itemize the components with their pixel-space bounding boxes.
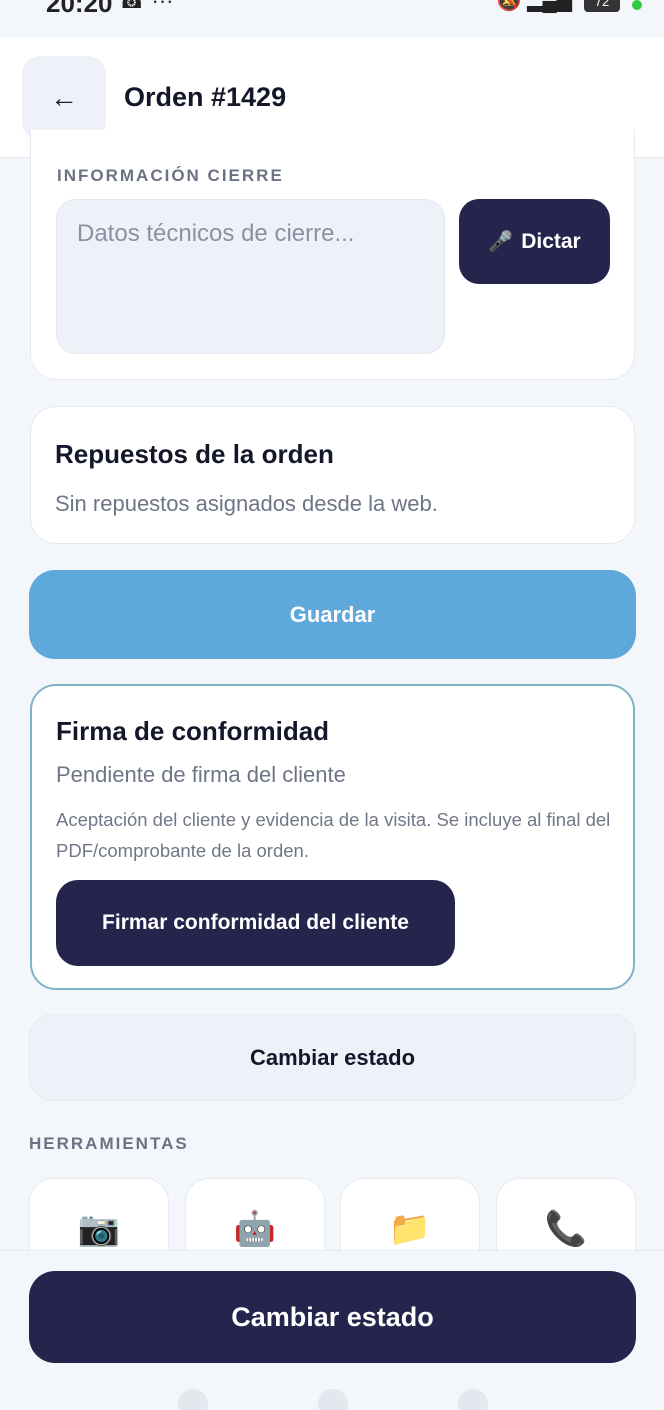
tool-folder[interactable]: 📁 bbox=[340, 1178, 480, 1250]
closing-info-label: INFORMACIÓN CIERRE bbox=[57, 166, 284, 185]
page-title: Orden #1429 bbox=[124, 82, 287, 112]
signature-title: Firma de conformidad bbox=[56, 716, 330, 746]
microphone-icon: 🎤 bbox=[488, 231, 514, 253]
change-state-secondary-button[interactable]: Cambiar estado bbox=[29, 1014, 636, 1101]
status-dot bbox=[632, 0, 642, 10]
back-arrow-icon: ← bbox=[50, 82, 78, 113]
signature-card: Firma de conformidad Pendiente de firma … bbox=[30, 684, 635, 990]
nav-home-hint[interactable] bbox=[318, 1389, 348, 1410]
dictate-label: Dictar bbox=[521, 229, 581, 253]
battery-icon: 72 bbox=[584, 0, 620, 12]
parts-subtitle: Sin repuestos asignados desde la web. bbox=[55, 491, 438, 516]
closing-info-textarea[interactable]: Datos técnicos de cierre... bbox=[56, 199, 445, 354]
tool-robot[interactable]: 🤖 bbox=[185, 1178, 325, 1250]
tools-row: 📷 🤖 📁 📞 bbox=[29, 1178, 636, 1250]
nav-back-hint[interactable] bbox=[178, 1389, 208, 1410]
nav-recent-hint[interactable] bbox=[458, 1389, 488, 1410]
closing-info-card: INFORMACIÓN CIERRE Datos técnicos de cie… bbox=[30, 130, 635, 380]
camera-icon: 📷 bbox=[77, 1210, 121, 1248]
closing-info-placeholder: Datos técnicos de cierre... bbox=[77, 220, 355, 247]
bottom-action-bar: Cambiar estado bbox=[0, 1250, 664, 1410]
parts-title: Repuestos de la orden bbox=[55, 439, 334, 469]
sign-conformity-button[interactable]: Firmar conformidad del cliente bbox=[56, 880, 455, 966]
tool-phone[interactable]: 📞 bbox=[496, 1178, 636, 1250]
back-button[interactable]: ← bbox=[22, 56, 106, 140]
change-state-primary-button[interactable]: Cambiar estado bbox=[29, 1271, 636, 1363]
signature-description: Aceptación del cliente y evidencia de la… bbox=[56, 809, 611, 861]
save-button[interactable]: Guardar bbox=[29, 570, 636, 659]
status-left-icons: ☎ ··· bbox=[118, 0, 174, 13]
status-bar: 20:20 ☎ ··· 🔕 ▂▄▆ 72 bbox=[0, 0, 664, 38]
dictate-button[interactable]: 🎤 Dictar bbox=[459, 199, 610, 284]
tool-camera[interactable]: 📷 bbox=[29, 1178, 169, 1250]
signal-icon: 🔕 ▂▄▆ bbox=[496, 0, 572, 12]
signature-status: Pendiente de firma del cliente bbox=[56, 762, 346, 787]
status-time: 20:20 bbox=[46, 0, 113, 18]
tools-label: HERRAMIENTAS bbox=[29, 1134, 189, 1153]
phone-icon: 📞 bbox=[544, 1210, 588, 1248]
folder-icon: 📁 bbox=[388, 1210, 432, 1248]
parts-card: Repuestos de la orden Sin repuestos asig… bbox=[30, 406, 635, 544]
robot-icon: 🤖 bbox=[233, 1210, 277, 1248]
